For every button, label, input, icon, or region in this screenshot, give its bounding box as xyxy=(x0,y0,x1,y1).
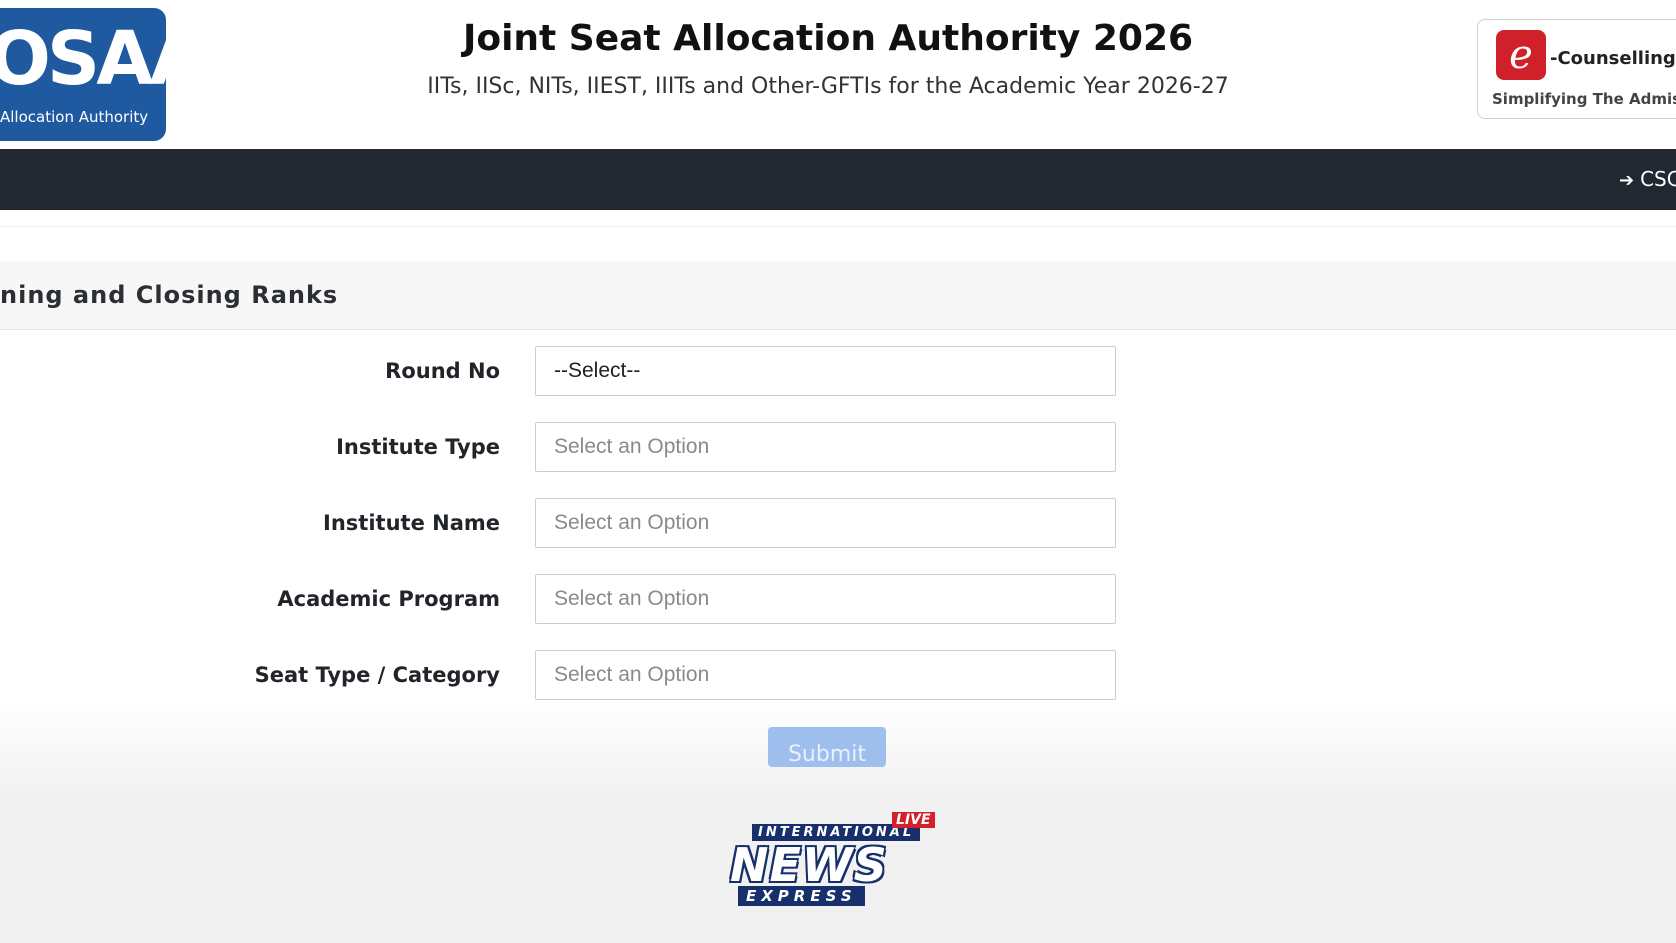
round-no-select[interactable]: --Select-- xyxy=(535,346,1116,396)
seat-type-select[interactable]: Select an Option xyxy=(535,650,1116,700)
ecounselling-label: -Counselling Se xyxy=(1550,48,1676,69)
academic-program-select[interactable]: Select an Option xyxy=(535,574,1116,624)
watermark-live: LIVE xyxy=(892,812,935,828)
institute-name-label: Institute Name xyxy=(323,511,500,535)
seat-type-label: Seat Type / Category xyxy=(254,663,500,687)
divider xyxy=(0,226,1676,227)
academic-program-label: Academic Program xyxy=(277,587,500,611)
watermark-express: EXPRESS xyxy=(738,886,865,906)
form-row-seat-type: Seat Type / Category Select an Option xyxy=(0,650,1676,702)
page-subtitle: IITs, IISc, NITs, IIEST, IIITs and Other… xyxy=(427,74,1229,99)
form-row-round-no: Round No --Select-- xyxy=(0,346,1676,398)
form-row-institute-type: Institute Type Select an Option xyxy=(0,422,1676,474)
sign-in-icon: ➔ xyxy=(1619,170,1635,191)
ecounselling-logo[interactable]: e -Counselling Se Simplifying The Admiss… xyxy=(1477,19,1676,119)
institute-type-label: Institute Type xyxy=(336,435,500,459)
watermark-news: NEWS xyxy=(730,838,888,892)
logo-subtext: Allocation Authority xyxy=(0,108,149,126)
institute-name-select[interactable]: Select an Option xyxy=(535,498,1116,548)
card-header: ning and Closing Ranks xyxy=(0,261,1676,330)
e-letter-icon: e xyxy=(1496,30,1546,80)
main-navbar: ➔ CSC xyxy=(0,149,1676,210)
page-header: OSAA Allocation Authority Joint Seat All… xyxy=(0,0,1676,149)
form-row-institute-name: Institute Name Select an Option xyxy=(0,498,1676,550)
page-title: Joint Seat Allocation Authority 2026 xyxy=(462,18,1194,59)
form-row-academic-program: Academic Program Select an Option xyxy=(0,574,1676,626)
news-watermark-logo: INTERNATIONAL LIVE NEWS EXPRESS xyxy=(702,800,972,912)
round-no-label: Round No xyxy=(385,359,500,383)
ecounselling-tagline: Simplifying The Admission xyxy=(1492,90,1676,108)
submit-button[interactable]: Submit xyxy=(768,727,886,767)
institute-type-select[interactable]: Select an Option xyxy=(535,422,1116,472)
card-title: ning and Closing Ranks xyxy=(0,281,339,309)
nav-csc-label: CSC xyxy=(1640,167,1676,191)
nav-csc-link[interactable]: ➔ CSC xyxy=(1619,167,1676,191)
